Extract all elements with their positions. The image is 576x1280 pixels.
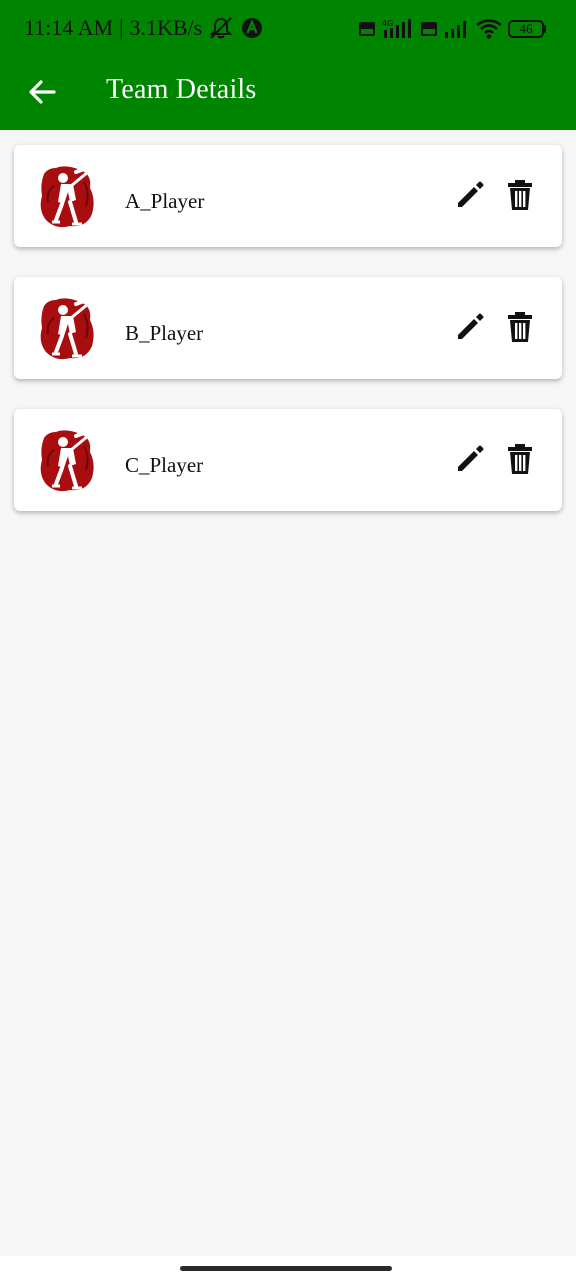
player-name: C_Player: [125, 453, 204, 477]
edit-button[interactable]: [452, 177, 488, 213]
trash-icon: [508, 444, 532, 474]
home-indicator[interactable]: [180, 1266, 392, 1271]
player-card[interactable]: A_Player: [14, 145, 562, 247]
cricket-batsman-icon: [40, 164, 94, 228]
back-button[interactable]: [22, 72, 62, 112]
player-card[interactable]: C_Player: [14, 409, 562, 511]
status-left: 11:14 AM | 3.1KB/s: [24, 12, 264, 44]
battery-icon: 46: [508, 20, 546, 38]
battery-level: 46: [519, 21, 533, 36]
content: A_Player B_Player C_Player: [0, 130, 576, 527]
delete-button[interactable]: [504, 441, 536, 477]
edit-button[interactable]: [452, 309, 488, 345]
arrow-left-icon: [29, 80, 56, 104]
4g-signal-icon: 4G: [382, 19, 411, 38]
signal-icon: [445, 21, 466, 38]
trash-icon: [508, 312, 532, 342]
cricket-batsman-icon: [40, 428, 94, 492]
status-time: 11:14 AM: [24, 15, 114, 40]
trash-icon: [508, 180, 532, 210]
status-right: 4G 46: [358, 16, 546, 42]
page-title: Team Details: [106, 74, 257, 105]
header: 11:14 AM | 3.1KB/s 4G 46 Team Details: [0, 0, 576, 130]
status-bar: 11:14 AM | 3.1KB/s 4G 46: [0, 0, 576, 56]
player-list: A_Player B_Player C_Player: [14, 145, 562, 541]
a-circle-icon: [242, 18, 263, 38]
pencil-icon: [458, 181, 484, 207]
pencil-icon: [458, 313, 484, 339]
mute-icon: [209, 17, 233, 39]
player-name: B_Player: [125, 321, 204, 345]
status-separator: |: [119, 15, 124, 40]
player-name: A_Player: [125, 189, 205, 213]
volte-icon: [421, 22, 437, 36]
edit-button[interactable]: [452, 441, 488, 477]
pencil-icon: [458, 445, 484, 471]
app-bar: Team Details: [0, 56, 576, 130]
svg-text:4G: 4G: [382, 19, 393, 28]
cricket-batsman-icon: [40, 296, 94, 360]
player-card[interactable]: B_Player: [14, 277, 562, 379]
delete-button[interactable]: [504, 309, 536, 345]
wifi-icon: [476, 19, 502, 39]
delete-button[interactable]: [504, 177, 536, 213]
volte-icon: [359, 22, 375, 36]
gesture-bar: [0, 1256, 576, 1280]
network-speed: 3.1KB/s: [129, 15, 203, 40]
